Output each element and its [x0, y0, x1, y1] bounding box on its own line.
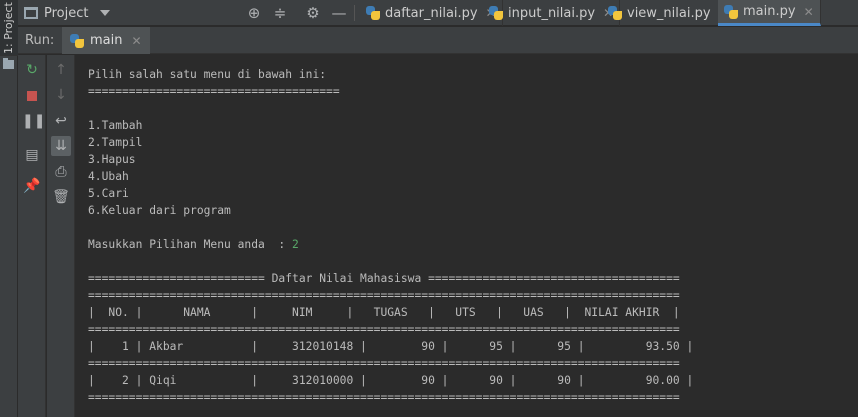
console-line-text: Masukkan Pilihan Menu anda : — [88, 238, 293, 251]
console-line-text: 2.Tampil — [88, 136, 143, 149]
python-file-icon — [70, 33, 84, 48]
tab-label: daftar_nilai.py — [385, 5, 478, 21]
run-tab-label: main — [90, 33, 123, 48]
python-file-icon — [366, 6, 380, 20]
console-line-text: ========================================… — [88, 357, 680, 370]
python-file-icon — [489, 6, 503, 20]
console-line-text: | NO. | NAMA | NIM | TUGAS | UTS | UAS |… — [88, 306, 680, 319]
run-toolbar-right: ↑ ↓ ↩ ⇊ ⎙ 🗑 — [47, 55, 75, 417]
tab-input-nilai[interactable]: input_nilai.py ✕ — [483, 0, 621, 26]
project-view-icon — [24, 7, 38, 19]
console-line: 2.Tampil — [88, 134, 693, 151]
console-line-text: Pilih salah satu menu di bawah ini: — [88, 68, 327, 81]
console-line: 6.Keluar dari program — [88, 202, 693, 219]
tab-daftar-nilai[interactable]: daftar_nilai.py ✕ — [360, 0, 503, 26]
arrow-down-icon[interactable]: ↓ — [51, 85, 71, 105]
pause-icon[interactable]: ❚❚ — [22, 111, 45, 131]
console-line-text: | 2 | Qiqi | 312010000 | 90 | 90 | 90 | … — [88, 374, 694, 387]
run-label: Run: — [25, 33, 55, 48]
console-line-text: ===================================== — [88, 85, 340, 98]
console-line: 3.Hapus — [88, 151, 693, 168]
pin-icon[interactable]: 📌 — [22, 176, 42, 196]
locate-target-icon[interactable]: ⊕ — [245, 4, 263, 22]
console-line-text: ========================================… — [88, 391, 680, 404]
console-output[interactable]: Pilih salah satu menu di bawah ini: =====… — [76, 55, 858, 417]
console-line-text: ========================== Daftar Nilai … — [88, 272, 680, 285]
console-line: 1.Tambah — [88, 117, 693, 134]
top-bar: Project ⊕ ≑ ⚙ — daftar_nilai.py ✕ input_… — [18, 0, 858, 26]
tab-label: main.py — [743, 4, 796, 19]
rerun-icon[interactable]: ↻ — [22, 60, 42, 80]
console-line: | 2 | Qiqi | 312010000 | 90 | 90 | 90 | … — [88, 372, 693, 389]
console-text: Pilih salah satu menu di bawah ini: =====… — [88, 66, 693, 406]
close-icon[interactable]: ✕ — [804, 5, 814, 19]
soft-wrap-icon[interactable]: ↩ — [51, 111, 71, 131]
console-line: 4.Ubah — [88, 168, 693, 185]
arrow-up-icon[interactable]: ↑ — [51, 60, 71, 80]
project-tool-label: 1: Project — [2, 2, 15, 54]
console-line-text: | 1 | Akbar | 312010148 | 90 | 95 | 95 |… — [88, 340, 694, 353]
close-icon[interactable]: ✕ — [131, 34, 141, 48]
project-dropdown[interactable]: Project — [24, 3, 111, 23]
run-header: Run: main ✕ — [18, 27, 858, 54]
tab-label: view_nilai.py — [627, 5, 711, 21]
tab-label: input_nilai.py — [508, 5, 596, 21]
project-tool-tab[interactable]: 1: Project — [0, 0, 18, 56]
console-line-text: 5.Cari — [88, 187, 129, 200]
console-line-text: ========================================… — [88, 323, 680, 336]
console-line-text: 4.Ubah — [88, 170, 129, 183]
trash-icon[interactable]: 🗑 — [51, 187, 71, 207]
print-icon[interactable]: ⎙ — [51, 162, 71, 182]
console-line: | NO. | NAMA | NIM | TUGAS | UTS | UAS |… — [88, 304, 693, 321]
scroll-to-end-icon[interactable]: ⇊ — [51, 136, 71, 156]
console-line: ========================================… — [88, 321, 693, 338]
minimize-icon[interactable]: — — [330, 4, 348, 22]
toolbar-divider — [354, 5, 355, 21]
python-file-icon — [724, 4, 738, 19]
folder-icon — [3, 58, 14, 69]
console-user-input: 2 — [292, 238, 299, 251]
run-toolbar-left: ↻ ❚❚ ▤ 📌 — [18, 55, 46, 417]
console-line: Masukkan Pilihan Menu anda : 2 — [88, 236, 693, 253]
python-file-icon — [608, 6, 622, 20]
console-line: | 1 | Akbar | 312010148 | 90 | 95 | 95 |… — [88, 338, 693, 355]
console-line: Pilih salah satu menu di bawah ini: — [88, 66, 693, 83]
stop-icon[interactable] — [22, 86, 42, 106]
gear-icon[interactable]: ⚙ — [304, 4, 322, 22]
layout-icon[interactable]: ▤ — [22, 145, 42, 165]
chevron-down-icon — [100, 10, 111, 16]
console-line: ========================== Daftar Nilai … — [88, 270, 693, 287]
console-line-text: 6.Keluar dari program — [88, 204, 231, 217]
console-line: ========================================… — [88, 355, 693, 372]
console-line-text: 1.Tambah — [88, 119, 143, 132]
project-dropdown-label: Project — [44, 5, 89, 21]
console-line: ========================================… — [88, 287, 693, 304]
console-line-text: 3.Hapus — [88, 153, 136, 166]
left-tool-strip: 1: Project — [0, 0, 18, 417]
console-line: ========================================… — [88, 389, 693, 406]
tab-view-nilai[interactable]: view_nilai.py ✕ — [602, 0, 736, 26]
console-line: ===================================== — [88, 83, 693, 100]
collapse-all-icon[interactable]: ≑ — [271, 4, 289, 22]
console-line-text: ========================================… — [88, 289, 680, 302]
console-line: 5.Cari — [88, 185, 693, 202]
tab-main[interactable]: main.py ✕ — [718, 0, 821, 26]
run-tab-main[interactable]: main ✕ — [62, 27, 150, 54]
